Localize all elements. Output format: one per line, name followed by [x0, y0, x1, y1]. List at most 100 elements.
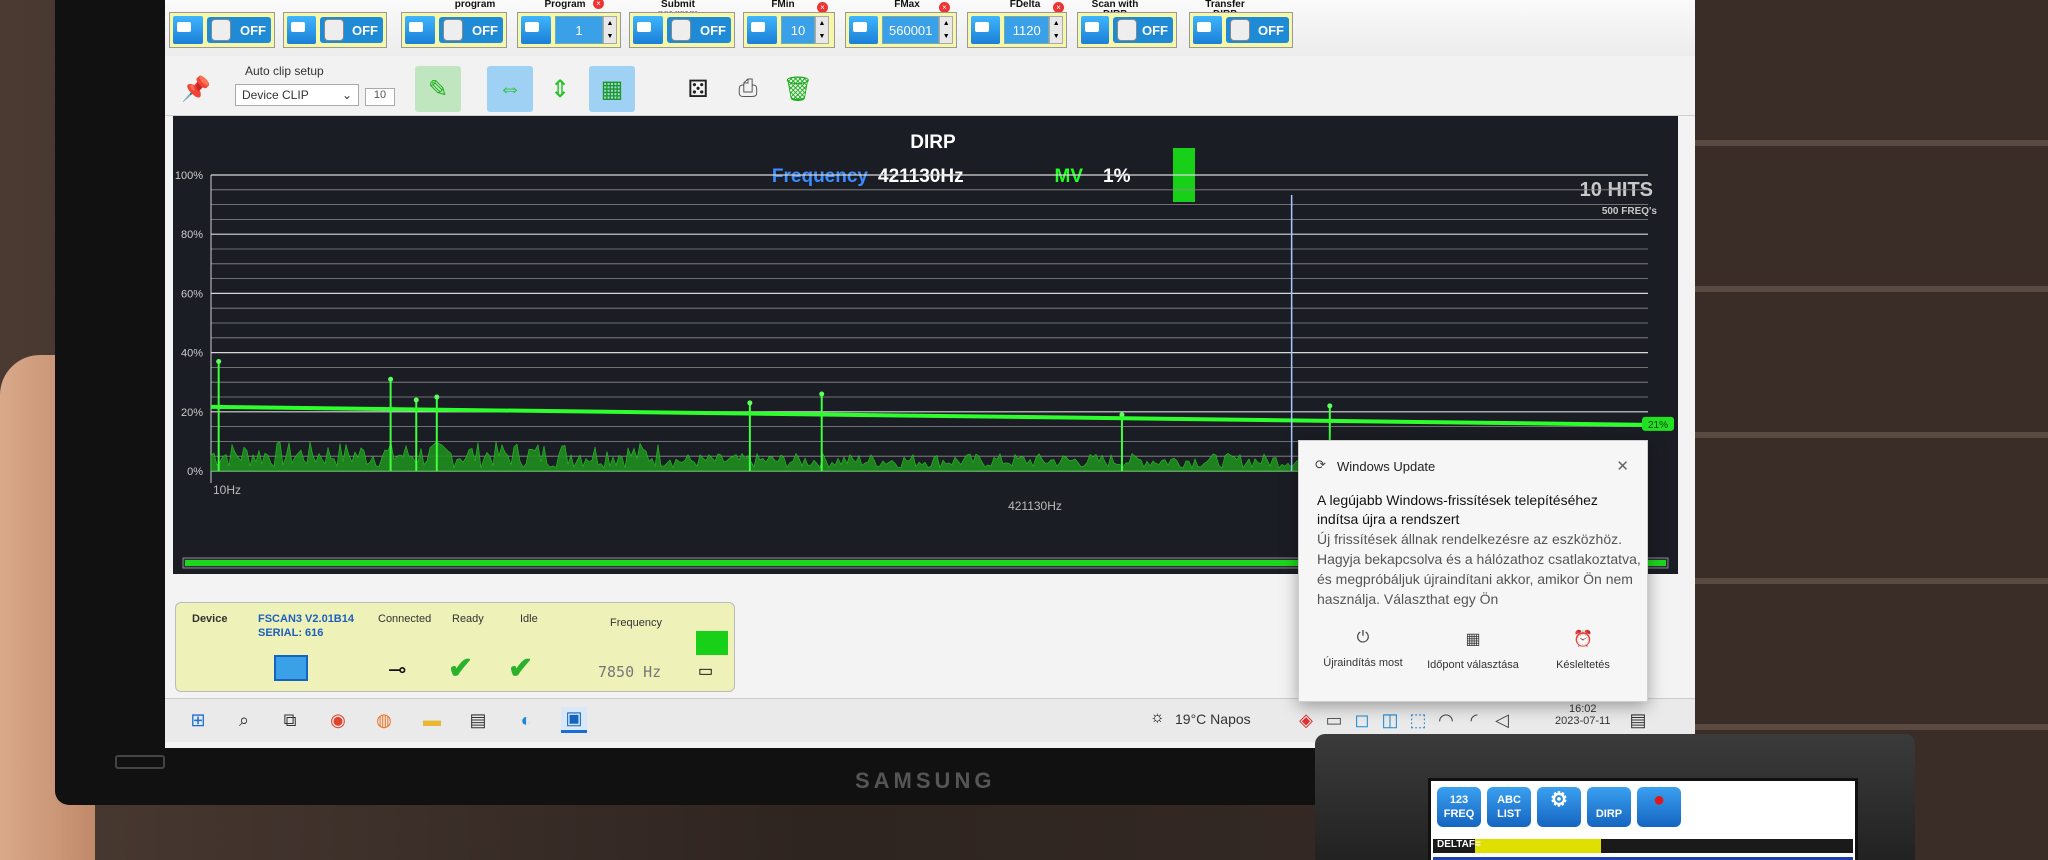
label-program: program — [454, 0, 496, 10]
volume-icon[interactable]: ◁ — [1489, 707, 1515, 733]
snooze-button[interactable]: ⏰ Késleltetés — [1533, 629, 1633, 671]
pin-icon[interactable]: 📌 — [173, 66, 219, 112]
pick-time-button[interactable]: ▦ Időpont választása — [1423, 629, 1523, 671]
ribbon-control-scan[interactable]: OFF — [1077, 12, 1177, 48]
network-icon[interactable]: ◠ — [1433, 707, 1459, 733]
toggle-scan[interactable]: OFF — [1112, 17, 1173, 43]
folder-icon[interactable]: ▬ — [419, 707, 445, 733]
submit-icon — [633, 16, 663, 44]
fdelta-value[interactable]: 1120 — [1004, 16, 1050, 44]
fmax-icon — [849, 16, 878, 44]
program-icon — [521, 16, 551, 44]
spin-arrows-icon[interactable]: ▲ ▼ — [815, 16, 829, 44]
wifi-icon[interactable]: ◜ — [1461, 707, 1487, 733]
clip-select[interactable]: Device CLIP ⌄ — [235, 84, 359, 106]
clock-time: 16:02 — [1568, 703, 1597, 715]
program-value[interactable]: 1 — [555, 16, 603, 44]
tray-icon[interactable]: ◻ — [1349, 707, 1375, 733]
gear-icon[interactable]: ⚙ — [1537, 787, 1581, 827]
status-panel: Device FSCAN3 V2.01B14 SERIAL: 616 Conne… — [175, 602, 735, 692]
y-tick-label: 60% — [181, 288, 203, 300]
weather-text: 19°C Napos — [1175, 711, 1251, 727]
y-tick-label: 40% — [181, 348, 203, 360]
printer-icon[interactable]: ⎙ — [725, 66, 771, 112]
chrome-icon[interactable]: ◉ — [325, 707, 351, 733]
tray-icon[interactable]: ◫ — [1377, 707, 1403, 733]
task-view-icon[interactable]: ⧉ — [277, 707, 303, 733]
toggle-submit[interactable]: OFF — [667, 17, 731, 43]
star-icon — [173, 16, 203, 44]
toggle-2[interactable]: OFF — [320, 17, 383, 43]
ribbon-control-3[interactable]: OFF — [401, 12, 507, 48]
fmin-value[interactable]: 10 — [781, 16, 815, 44]
mv-value: 1% — [1103, 166, 1131, 187]
alarm-icon: ⏰ — [1573, 631, 1593, 648]
device-icon[interactable] — [274, 655, 308, 681]
clip-wand-button[interactable]: ✎ — [415, 66, 461, 112]
ribbon-control-2[interactable]: OFF — [283, 12, 387, 48]
edge-icon[interactable]: ◐ — [513, 707, 539, 733]
clock[interactable]: 16:02 2023-07-11 — [1555, 703, 1610, 727]
fscan-app-icon[interactable]: ▣ — [561, 707, 587, 733]
tray-icon[interactable]: ▭ — [1321, 707, 1347, 733]
fmin-spinner[interactable]: 10 ▲ ▼ — [743, 12, 835, 48]
toggle-transfer[interactable]: OFF — [1226, 17, 1289, 43]
scan-icon — [1081, 16, 1109, 44]
ribbon-control-1[interactable]: OFF — [169, 12, 275, 48]
ribbon-control-submit[interactable]: OFF — [629, 12, 735, 48]
toggle-1[interactable]: OFF — [207, 17, 271, 43]
scanner-device: 123 FREQ ABC LIST ⚙ DIRP ● DELTAF= — [1315, 734, 1915, 860]
spin-arrows-icon[interactable]: ▲ ▼ — [939, 16, 953, 44]
label-fmin: FMin — [771, 0, 795, 10]
close-icon[interactable]: × — [593, 0, 604, 9]
weather-icon: ☼ — [1150, 709, 1165, 726]
vertical-arrows-icon[interactable]: ⇕ — [537, 66, 583, 112]
program-spinner[interactable]: 1 ▲ ▼ — [517, 12, 621, 48]
recycle-bin-icon[interactable]: 🗑 — [775, 66, 821, 112]
device-dirp-button[interactable]: DIRP — [1587, 787, 1631, 827]
chart-clear-icon[interactable]: ▦ — [589, 66, 635, 112]
device-serial: SERIAL: 616 — [258, 627, 324, 639]
x-start-label: 10Hz — [213, 483, 241, 497]
fmin-icon — [747, 16, 777, 44]
spin-arrows-icon[interactable]: ▲ ▼ — [1049, 16, 1063, 44]
device-screen: 123 FREQ ABC LIST ⚙ DIRP ● DELTAF= — [1428, 778, 1858, 860]
program-icon — [405, 16, 435, 44]
ready-label: Ready — [452, 613, 484, 625]
clip-value[interactable]: 10 — [365, 88, 395, 106]
horizontal-arrows-icon[interactable]: ⇔ — [487, 66, 533, 112]
refresh-icon: ⟳ — [1315, 457, 1326, 472]
windows-start-icon[interactable]: ⊞ — [185, 707, 211, 733]
ribbon-control-transfer[interactable]: OFF — [1189, 12, 1293, 48]
peak-point — [747, 400, 753, 406]
notification-icon[interactable]: ▤ — [1625, 707, 1651, 733]
peak-point — [216, 358, 222, 364]
device-list-button[interactable]: ABC LIST — [1487, 787, 1531, 827]
search-icon[interactable]: ⌕ — [231, 707, 257, 733]
readout-value: 421130Hz — [878, 166, 964, 187]
close-icon[interactable]: ✕ — [1616, 457, 1629, 475]
frequency-value: 7850 Hz — [598, 663, 662, 681]
freqs-count: 500 FREQ's — [1602, 206, 1658, 217]
firefox-icon[interactable]: ◍ — [371, 707, 397, 733]
dice-icon[interactable]: ⚄ — [675, 66, 721, 112]
spin-arrows-icon[interactable]: ▲ ▼ — [603, 16, 617, 44]
threshold-line — [210, 404, 1649, 427]
device-freq-button[interactable]: 123 FREQ — [1437, 787, 1481, 827]
monitor: SAMSUNG OFF OFF program OFF Program × 1 … — [55, 0, 1695, 805]
toast-body: Új frissítések állnak rendelkezésre az e… — [1317, 531, 1641, 607]
restart-now-button[interactable]: ⏻ Újraindítás most — [1313, 629, 1413, 669]
tray-icon[interactable]: ◈ — [1293, 707, 1319, 733]
label-program-number: Program — [544, 0, 586, 10]
label-fmax: FMax — [894, 0, 920, 10]
fmax-value[interactable]: 560001 — [882, 16, 940, 44]
calendar-icon: ▦ — [1465, 631, 1481, 648]
calculator-icon[interactable]: ▤ — [465, 707, 491, 733]
record-icon[interactable]: ● — [1637, 787, 1681, 827]
tray-icon[interactable]: ⬚ — [1405, 707, 1431, 733]
fmax-spinner[interactable]: 560001 ▲ ▼ — [845, 12, 957, 48]
idle-label: Idle — [520, 613, 538, 625]
toggle-3[interactable]: OFF — [439, 17, 503, 43]
monitor-brand: SAMSUNG — [855, 768, 996, 793]
fdelta-spinner[interactable]: 1120 ▲ ▼ — [967, 12, 1067, 48]
